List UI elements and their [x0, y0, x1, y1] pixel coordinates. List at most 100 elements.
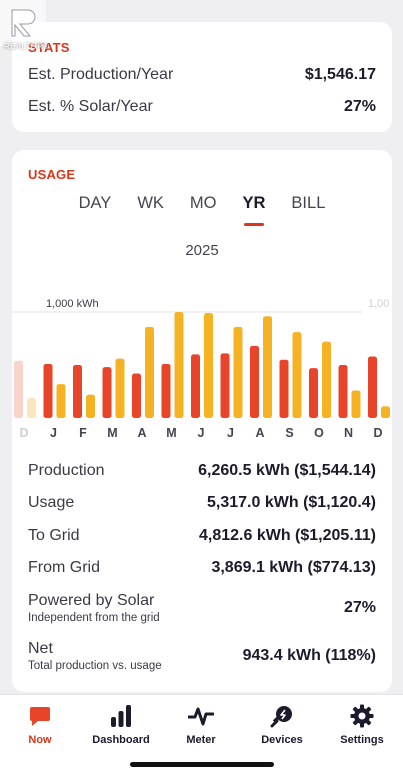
chart-bar-solar	[174, 312, 184, 418]
tab-week[interactable]: WK	[137, 194, 164, 222]
chart-reference-label: 1,000 kWh	[46, 298, 99, 310]
chart-tick-label: F	[79, 426, 87, 440]
chart-bar-production	[279, 359, 289, 418]
usage-title: USAGE	[28, 167, 76, 182]
year-label: 2025	[185, 242, 219, 259]
usage-row-label-group: Net Total production vs. usage	[28, 640, 162, 672]
nav-label: Devices	[261, 734, 303, 746]
chart-bar-solar	[233, 326, 243, 418]
plug-icon	[242, 703, 322, 729]
usage-row-label-group: Powered by Solar Independent from the gr…	[28, 592, 160, 624]
usage-row-value: 27%	[343, 599, 376, 616]
usage-row: Powered by Solar Independent from the gr…	[28, 592, 376, 624]
nav-item-now[interactable]: Now	[0, 703, 80, 746]
nav-label: Now	[28, 734, 52, 746]
watermark-text: REALTOR®	[4, 42, 50, 51]
chart-reference-label-faded: 1,00	[368, 298, 389, 310]
chart-bar-production	[43, 363, 53, 418]
nav-item-meter[interactable]: Meter	[161, 703, 241, 746]
usage-row-value: 3,869.1 kWh ($774.13)	[211, 559, 376, 576]
usage-row: To Grid 4,812.6 kWh ($1,205.11)	[28, 527, 376, 545]
nav-label: Meter	[186, 734, 216, 746]
stats-card: STATS Est. Production/Year $1,546.17 Est…	[12, 22, 392, 132]
usage-row: Production 6,260.5 kWh ($1,544.14)	[28, 462, 376, 480]
chart-bar-production	[132, 373, 141, 418]
usage-row-label: Net	[28, 640, 53, 657]
usage-row: Net Total production vs. usage 943.4 kWh…	[28, 640, 376, 672]
tab-bill[interactable]: BILL	[291, 194, 325, 222]
usage-row-sublabel: Independent from the grid	[28, 612, 160, 624]
usage-row: From Grid 3,869.1 kWh ($774.13)	[28, 559, 376, 577]
pulse-icon	[161, 703, 241, 729]
chart-tick-label-faded: D	[19, 426, 28, 440]
usage-row-sublabel: Total production vs. usage	[28, 660, 162, 672]
tab-month[interactable]: MO	[190, 194, 217, 222]
stats-row: Est. % Solar/Year 27%	[28, 98, 376, 116]
usage-row-value: 5,317.0 kWh ($1,120.4)	[207, 494, 376, 511]
chart-bar-solar	[322, 341, 331, 418]
chart-bar-production	[102, 367, 112, 418]
usage-row-value: 943.4 kWh (118%)	[242, 647, 376, 664]
chart-bar-solar	[145, 326, 154, 418]
nav-label: Settings	[340, 734, 384, 746]
tab-year[interactable]: YR	[243, 194, 265, 226]
usage-row-value: 4,812.6 kWh ($1,205.11)	[199, 527, 376, 544]
chart-tick-label: J	[227, 426, 234, 440]
period-tabs: DAY WK MO YR BILL	[12, 194, 392, 226]
nav-item-dashboard[interactable]: Dashboard	[81, 703, 161, 746]
chart-tick-label: A	[255, 426, 264, 440]
chart-tick-label: M	[107, 426, 117, 440]
chart-bar-solar	[381, 406, 390, 418]
bar-chart-icon	[81, 703, 161, 729]
stats-row-value: 27%	[343, 98, 376, 115]
stats-row-label: Est. % Solar/Year	[28, 98, 153, 115]
chart-tick-label: D	[373, 426, 382, 440]
chart-bar-solar	[263, 316, 272, 418]
usage-row-label: Production	[28, 462, 105, 479]
nav-label: Dashboard	[92, 734, 150, 746]
chart-tick-label: S	[285, 426, 293, 440]
chart-tick-label: J	[50, 426, 57, 440]
usage-card: USAGE DAY WK MO YR BILL 2025 1,000 kWh 1,…	[12, 150, 392, 692]
chart-bar-production	[161, 363, 171, 418]
chart-bar-production	[191, 354, 200, 418]
chart-bar-production	[250, 345, 259, 418]
usage-row: Usage 5,317.0 kWh ($1,120.4)	[28, 494, 376, 512]
chart-bar-solar	[292, 332, 302, 418]
chart-tick-label: O	[314, 426, 324, 440]
chart-tick-label: N	[344, 426, 353, 440]
stats-row-label: Est. Production/Year	[28, 66, 174, 83]
chart-bar-solar	[86, 394, 95, 418]
stats-row-value: $1,546.17	[304, 66, 376, 83]
chart-bar-solar	[56, 384, 66, 418]
usage-chart: 1,000 kWh1,00DJFMAMJJASONDJ	[12, 298, 390, 440]
chart-bar-solar	[351, 390, 361, 418]
chart-bar-solar	[204, 313, 213, 418]
bottom-nav: Now Dashboard Meter Devices Settings	[0, 694, 403, 768]
usage-row-value: 6,260.5 kWh ($1,544.14)	[198, 462, 376, 479]
home-indicator	[130, 762, 274, 767]
chart-bar-solar	[115, 358, 125, 418]
chart-tick-label: J	[198, 426, 205, 440]
chart-bar-production	[338, 365, 348, 418]
nav-item-devices[interactable]: Devices	[242, 703, 322, 746]
nav-item-settings[interactable]: Settings	[322, 703, 402, 746]
chart-bar-faded	[14, 360, 23, 418]
chart-tick-label: M	[166, 426, 176, 440]
chart-bar-production	[309, 368, 318, 418]
usage-row-label: From Grid	[28, 559, 100, 576]
chart-tick-label: A	[137, 426, 146, 440]
gear-icon	[322, 703, 402, 729]
chart-bar-production	[220, 353, 230, 418]
chat-bubble-icon	[0, 703, 80, 729]
stats-row: Est. Production/Year $1,546.17	[28, 66, 376, 84]
realtor-logo-icon	[0, 0, 46, 46]
chart-bar-faded	[27, 397, 36, 418]
realtor-watermark: REALTOR®	[0, 0, 50, 56]
tab-day[interactable]: DAY	[79, 194, 112, 222]
usage-row-label: To Grid	[28, 527, 80, 544]
chart-bar-production	[73, 365, 82, 418]
usage-row-label: Powered by Solar	[28, 592, 155, 609]
usage-row-label: Usage	[28, 494, 75, 511]
chart-bar-production	[368, 356, 377, 418]
